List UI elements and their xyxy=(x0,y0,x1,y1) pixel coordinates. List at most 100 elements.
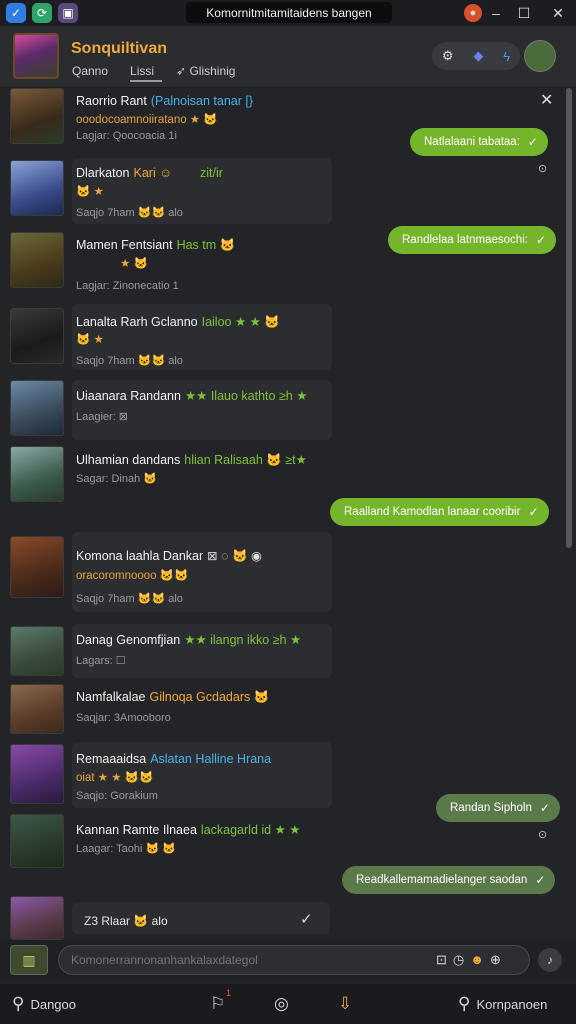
avatar xyxy=(10,232,64,288)
emoji-icon[interactable]: ☻ xyxy=(470,952,484,968)
channel-name: Sonquiltivan xyxy=(71,40,167,57)
record-icon[interactable]: ● xyxy=(464,4,482,22)
message-meta: Saqjo 7ham 🐱🐱 alo xyxy=(76,355,183,367)
message-author: Namfalkalae xyxy=(76,690,146,704)
avatar xyxy=(10,88,64,144)
avatar xyxy=(10,308,64,364)
message-author: Mamen Fentsiant xyxy=(76,238,173,252)
sent-bubble[interactable]: Raalland Kamodlan lanaar cooribir ✓ xyxy=(330,498,549,526)
check-icon: ✓ xyxy=(535,233,547,247)
mic-button[interactable]: ♪ xyxy=(538,948,562,972)
message-meta: Sagar: Dinah 🐱 xyxy=(76,473,157,485)
tab-2[interactable]: Lissi xyxy=(130,64,163,82)
nav-download[interactable]: ⇩ xyxy=(338,994,352,1014)
avatar xyxy=(10,744,64,804)
tab-3[interactable]: ➶ Glishinig xyxy=(176,64,243,82)
search-icon: ⚲ xyxy=(12,994,25,1013)
chat-header: Sonquiltivan Qanno Lissi ➶ Glishinig ⚙ ◆… xyxy=(0,26,576,88)
message-author: Ulhamian dandans xyxy=(76,453,181,467)
avatar xyxy=(10,536,64,598)
nav-label: Kornpanoen xyxy=(476,996,548,1012)
read-icon: ⊙ xyxy=(538,829,548,841)
message-text: Z3 Rlaar 🐱 alo xyxy=(84,914,168,928)
message-text: oiat ★ ★ 🐱🐱 xyxy=(76,772,154,784)
avatar xyxy=(10,896,64,940)
check-icon: ✓ xyxy=(535,873,546,887)
chevron-icon[interactable]: ✓ xyxy=(6,3,26,23)
message-author: Lanalta Rarh Gclanno xyxy=(76,315,198,329)
avatar xyxy=(10,814,64,868)
bottom-nav: ⚲ Dangoo ⚐ 1 ◎ ⇩ ⚲ Kornpanoen xyxy=(0,984,576,1024)
avatar xyxy=(10,160,64,216)
diamond-icon[interactable]: ◆ xyxy=(473,48,483,64)
list-item[interactable]: Z3 Rlaar 🐱 alo ✓ xyxy=(10,896,330,940)
message-text: 🐱 ★ xyxy=(76,334,104,346)
tab-1[interactable]: Qanno xyxy=(72,64,116,82)
message-meta: Laagier: ⊠ xyxy=(76,411,129,423)
nav-search[interactable]: ⚲ Dangoo xyxy=(12,994,76,1014)
message-author: Raorrio Rant xyxy=(76,94,147,108)
composer: ▥ ⊡ ◷ ☻ ⊕ ♪ xyxy=(0,940,576,980)
message-meta: Saqjo: Gorakium xyxy=(76,790,158,802)
message-text: ooodocoamnoiiratano ★ 🐱 xyxy=(76,114,218,126)
bolt-icon[interactable]: ϟ xyxy=(503,49,510,64)
message-tag: (Palnoisan tanar [} xyxy=(150,94,254,108)
nav-home[interactable]: ◎ xyxy=(274,994,289,1014)
check-icon: ✓ xyxy=(527,135,538,149)
inbox-icon: ⚐ xyxy=(210,994,226,1013)
message-text: ★ 🐱 xyxy=(120,258,148,270)
nav-community[interactable]: ⚲ Kornpanoen xyxy=(458,994,547,1014)
header-avatar[interactable] xyxy=(13,33,59,79)
check-icon: ✓ xyxy=(300,911,313,928)
avatar xyxy=(10,626,64,676)
window-title: Komornitmitamitaidens bangen xyxy=(186,2,392,23)
avatar xyxy=(10,380,64,436)
nav-inbox[interactable]: ⚐ xyxy=(210,994,225,1014)
camera-icon[interactable]: ⊡ xyxy=(436,952,447,968)
message-meta: Lagjar: Zinonecatio 1 xyxy=(76,280,179,292)
header-tabs: Qanno Lissi ➶ Glishinig xyxy=(72,64,243,82)
avatar xyxy=(10,684,64,734)
profile-avatar[interactable] xyxy=(524,40,556,72)
home-icon: ◎ xyxy=(274,994,289,1013)
settings-icon[interactable]: ⚙ xyxy=(442,48,454,64)
message-author: Remaaaidsa xyxy=(76,752,147,766)
gif-icon[interactable]: ⊕ xyxy=(490,952,501,968)
sent-bubble[interactable]: Readkallemamadielanger saodan ✓ xyxy=(342,866,556,894)
message-author: Kannan Ramte Ilnaea xyxy=(76,823,197,837)
sent-bubble[interactable]: Randan Sipholn ✓ xyxy=(436,794,560,822)
clock-icon[interactable]: ◷ xyxy=(453,952,464,968)
message-meta: Lagars: ☐ xyxy=(76,655,126,667)
chat-list: ✕ Raorrio Rant (Palnoisan tanar [} ooodoc… xyxy=(0,88,576,940)
message-meta: Saqjar: 3Amooboro xyxy=(76,712,171,724)
message-meta: Saqjo 7ham 🐱🐱 alo xyxy=(76,207,183,219)
message-text: 🐱 ★ xyxy=(76,186,104,198)
maximize-button[interactable]: ☐ xyxy=(514,3,534,23)
close-icon[interactable]: ✕ xyxy=(540,90,553,110)
send-icon: ➶ xyxy=(176,64,190,78)
check-icon: ✓ xyxy=(528,505,539,519)
read-icon: ⊙ xyxy=(538,163,548,175)
message-meta: Laagar: Taohi 🐱 🐱 xyxy=(76,843,176,855)
avatar xyxy=(10,446,64,502)
close-button[interactable]: ✕ xyxy=(548,3,568,23)
message-author: Uiaanara Randann xyxy=(76,389,181,403)
sent-bubble[interactable]: Randlelaa latnmaesochi: ✓ xyxy=(388,226,557,254)
bookmark-icon[interactable]: ▣ xyxy=(58,3,78,23)
download-icon: ⇩ xyxy=(338,994,353,1013)
message-author: Komona laahla Dankar xyxy=(76,549,204,563)
attach-button[interactable]: ▥ xyxy=(10,945,48,975)
search-icon: ⚲ xyxy=(458,994,471,1013)
header-actions: ⚙ ◆ ϟ xyxy=(432,42,520,70)
message-author: Danag Genomfjian xyxy=(76,633,181,647)
message-author: Dlarkaton xyxy=(76,166,130,180)
minimize-button[interactable]: – xyxy=(486,3,506,23)
refresh-icon[interactable]: ⟳ xyxy=(32,3,52,23)
notification-badge: 1 xyxy=(226,988,232,998)
check-icon: ✓ xyxy=(539,801,550,815)
message-text: oracoromnoooo 🐱🐱 xyxy=(76,570,189,582)
message-meta: Lagjar: Qoocoacia 1i xyxy=(76,130,177,142)
title-bar: ✓ ⟳ ▣ Komornitmitamitaidens bangen ● – ☐… xyxy=(0,0,576,26)
scrollbar[interactable] xyxy=(566,88,572,548)
sent-bubble[interactable]: Natlalaani tabataa: ✓ xyxy=(410,128,548,156)
